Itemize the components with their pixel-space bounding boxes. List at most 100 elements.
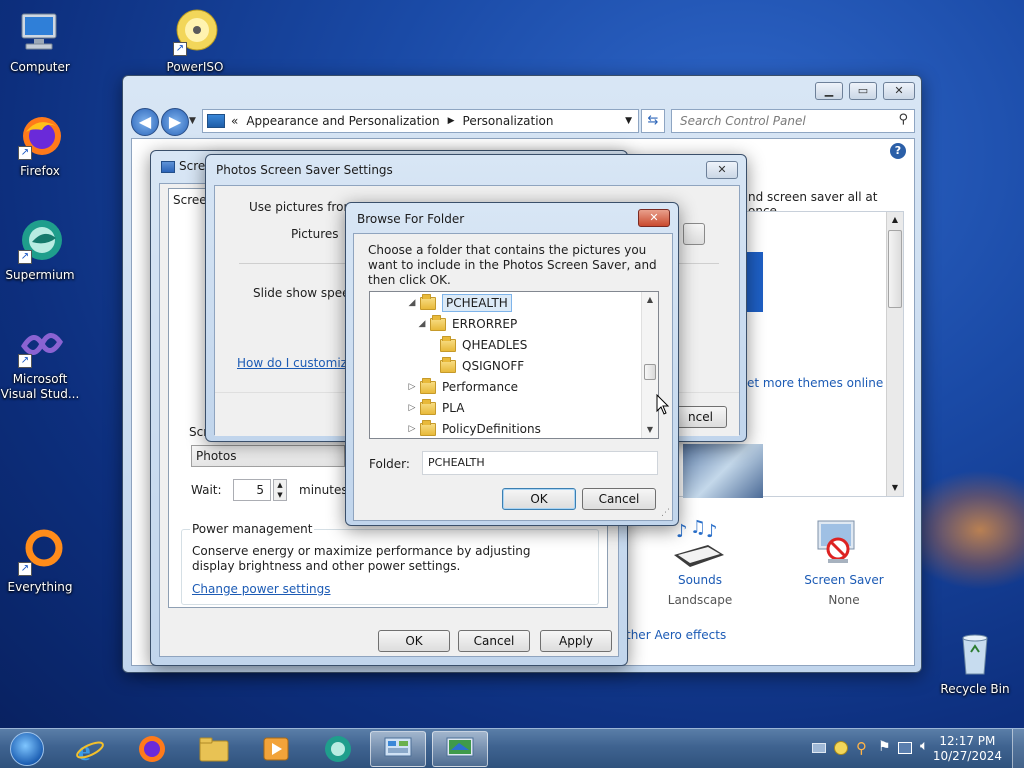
browse-cancel-button[interactable]: Cancel [582,488,656,510]
aero-effects-link[interactable]: ther Aero effects [626,628,726,642]
start-button[interactable] [0,731,54,767]
taskbar-screen-saver[interactable] [432,731,488,767]
collapsed-arrow-icon[interactable]: ▷ [406,424,418,434]
minimize-button[interactable]: ▁ [815,82,843,100]
tree-item-label: ERRORREP [452,317,518,331]
taskbar-firefox[interactable] [124,731,180,767]
tree-item-pla[interactable]: ▷ PLA [406,398,464,418]
scroll-up-icon[interactable]: ▲ [887,212,903,228]
refresh-button[interactable]: ⇆ [641,109,665,133]
wait-minutes-input[interactable]: 5 [233,479,271,501]
get-more-themes-link[interactable]: et more themes online [747,376,883,390]
desktop-icon-firefox[interactable]: ↗ Firefox [0,112,80,178]
taskbar-control-panel[interactable] [370,731,426,767]
wait-spinner[interactable]: ▲ ▼ [273,479,287,501]
folder-icon [420,419,436,436]
desktop-icon-label: Recycle Bin [940,682,1010,696]
change-power-settings-link[interactable]: Change power settings [192,582,331,596]
taskbar-explorer[interactable] [186,731,242,767]
search-box[interactable]: Search Control Panel ⚲ [671,109,915,133]
scroll-thumb[interactable] [888,230,902,308]
tree-item-errorrep[interactable]: ◢ ERRORREP [416,314,517,334]
keyboard-icon[interactable] [812,743,826,753]
mouse-cursor-icon [656,393,670,419]
scroll-down-icon[interactable]: ▼ [642,422,658,438]
address-dropdown-icon[interactable]: ▼ [625,116,632,126]
folder-name-input[interactable]: PCHEALTH [422,451,658,475]
theme-thumbnail[interactable] [683,444,763,498]
browse-ok-button[interactable]: OK [502,488,576,510]
network-icon[interactable] [898,742,912,754]
resize-grip-icon[interactable]: ⋰ [661,508,670,518]
scroll-thumb[interactable] [644,364,656,380]
shortcut-arrow-icon: ↗ [18,562,32,576]
desktop-icon-recycle-bin[interactable]: Recycle Bin [935,630,1015,696]
screen-saver-icon[interactable] [814,517,862,567]
close-button[interactable]: ✕ [706,161,738,179]
display-settings-icon [446,737,474,757]
firefox-icon [139,736,165,762]
sounds-value: Landscape [667,593,733,607]
tree-item-performance[interactable]: ▷ Performance [406,377,518,397]
browse-button[interactable] [683,223,705,245]
breadcrumb-personalization[interactable]: Personalization [463,114,554,128]
search-tray-icon[interactable]: ⚲ [856,739,867,757]
desktop-icon-computer[interactable]: Computer [0,8,80,74]
sounds-link[interactable]: Sounds [668,573,732,587]
desktop-icon-visual-studio[interactable]: ↗ Microsoft Visual Stud... [0,320,80,402]
tree-item-policydefinitions[interactable]: ▷ PolicyDefinitions [406,419,541,438]
scroll-up-icon[interactable]: ▲ [642,292,658,308]
refresh-icon: ⇆ [647,113,659,128]
breadcrumb-separator-icon[interactable]: ▶ [448,116,455,126]
screen-saver-ok-button[interactable]: OK [378,630,450,652]
expanded-arrow-icon[interactable]: ◢ [406,298,418,308]
collapsed-arrow-icon[interactable]: ▷ [406,403,418,413]
expanded-arrow-icon[interactable]: ◢ [416,319,428,329]
desktop-icon-label: Microsoft Visual Stud... [0,372,80,401]
breadcrumb-overflow[interactable]: « [231,114,238,128]
recent-pages-dropdown[interactable]: ▼ [189,116,196,126]
forward-button[interactable]: ▶ [161,108,189,136]
action-center-flag-icon[interactable]: ⚑ [878,739,891,755]
search-icon[interactable]: ⚲ [898,112,908,127]
wait-label: Wait: [191,483,222,497]
instructions-text: Choose a folder that contains the pictur… [368,243,657,287]
taskbar-internet-explorer[interactable]: e [62,731,118,767]
tree-item-qsignoff[interactable]: QSIGNOFF [440,356,524,376]
desktop-icon-label: PowerISO [166,60,224,74]
folder-tree[interactable]: ◢ PCHEALTH ◢ ERRORREP QHEADLES QSIGNOFF … [369,291,659,439]
desktop-icon-poweriso[interactable]: ↗ PowerISO [155,8,235,74]
show-desktop-button[interactable] [1012,729,1024,768]
back-button[interactable]: ◀ [131,108,159,136]
supermium-icon [325,736,351,762]
themes-scrollbar[interactable]: ▲ ▼ [886,212,903,496]
help-icon[interactable]: ? [890,143,906,159]
taskbar-supermium[interactable] [310,731,366,767]
tree-item-label: PCHEALTH [442,294,512,312]
desktop-icon-everything[interactable]: ↗ Everything [0,528,80,594]
customize-link[interactable]: How do I customize [237,356,354,370]
disc-tray-icon[interactable] [834,741,848,755]
tree-item-pchealth[interactable]: ◢ PCHEALTH [406,293,512,313]
scroll-down-icon[interactable]: ▼ [887,480,903,496]
sounds-icon[interactable]: ♪ ♫ ♪ [668,517,732,573]
volume-icon[interactable]: 🔈︎ [920,738,928,754]
breadcrumb-appearance[interactable]: Appearance and Personalization [246,114,439,128]
screen-saver-dropdown[interactable]: Photos [191,445,345,467]
collapsed-arrow-icon[interactable]: ▷ [406,382,418,392]
screen-saver-cancel-button[interactable]: Cancel [458,630,530,652]
screen-saver-link[interactable]: Screen Saver [794,573,894,587]
address-bar[interactable]: « Appearance and Personalization ▶ Perso… [202,109,639,133]
folder-icon [199,737,229,762]
screen-saver-apply-button[interactable]: Apply [540,630,612,652]
clock[interactable]: 12:17 PM 10/27/2024 [933,734,1002,764]
control-panel-icon [207,114,225,128]
shortcut-arrow-icon: ↗ [18,146,32,160]
maximize-button[interactable]: ▭ [849,82,877,100]
desktop-icon-supermium[interactable]: ↗ Supermium [0,216,80,282]
tree-item-qheadles[interactable]: QHEADLES [440,335,527,355]
close-button[interactable]: ✕ [638,209,670,227]
disc-icon: ↗ [171,8,219,56]
taskbar-media-player[interactable] [248,731,304,767]
close-button[interactable]: ✕ [883,82,915,100]
